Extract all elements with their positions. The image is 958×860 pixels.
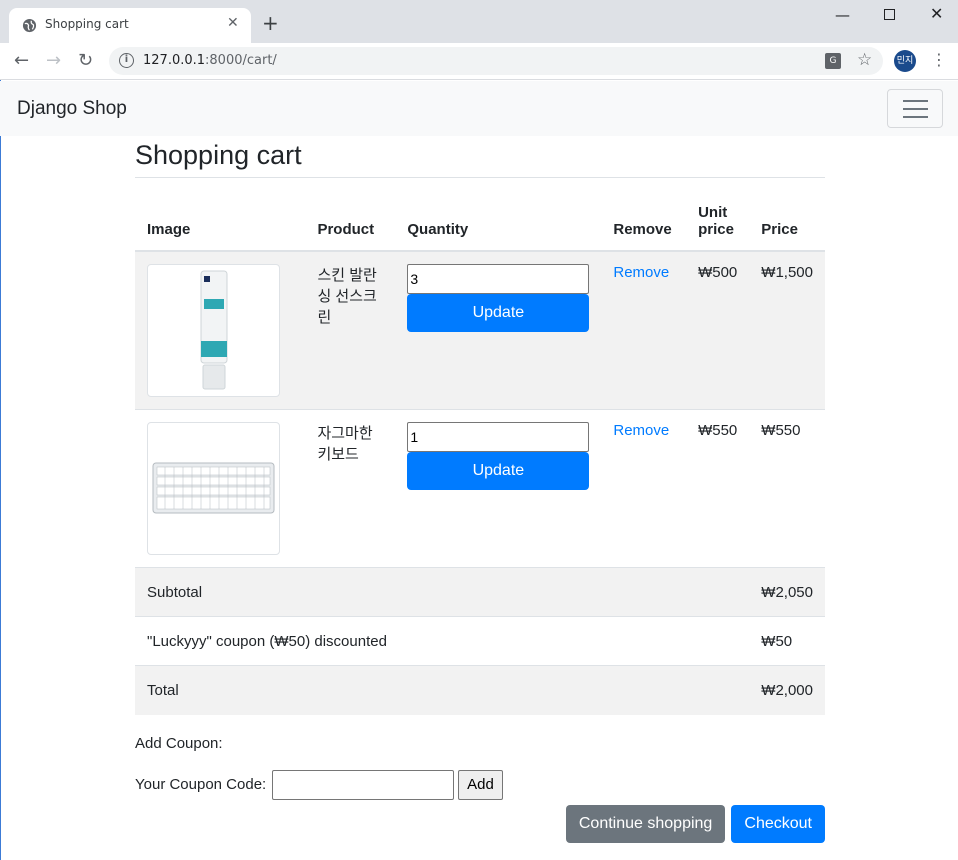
total-row: Total ₩2,000	[135, 665, 825, 715]
cart-table: Image Product Quantity Remove Unit price…	[135, 178, 825, 715]
sunscreen-tube-image	[200, 270, 228, 390]
image-cell	[135, 250, 306, 410]
reload-icon[interactable]: ↻	[78, 50, 93, 71]
site-navbar: Django Shop	[0, 81, 958, 136]
product-name: 자그마한 키보드	[305, 409, 396, 568]
add-coupon-button[interactable]: Add	[458, 769, 503, 800]
unit-price: ₩550	[686, 409, 750, 568]
header-product: Product	[305, 178, 396, 252]
product-name: 스킨 발란싱 선스크린	[305, 250, 396, 410]
subtotal-value: ₩2,050	[749, 567, 825, 617]
hamburger-line	[903, 108, 928, 110]
forward-icon[interactable]: →	[46, 50, 61, 71]
keyboard-image	[152, 462, 275, 514]
cart-actions: Continue shopping Checkout	[565, 805, 825, 843]
image-cell	[135, 409, 306, 568]
table-row: 자그마한 키보드 Update Remove ₩550 ₩550	[135, 409, 825, 568]
subtotal-row: Subtotal ₩2,050	[135, 567, 825, 617]
table-row: 스킨 발란싱 선스크린 Update Remove ₩500 ₩1,500	[135, 250, 825, 410]
back-icon[interactable]: ←	[14, 50, 29, 71]
tab-title: Shopping cart	[45, 17, 129, 31]
maximize-icon[interactable]	[884, 9, 895, 20]
info-icon[interactable]: i	[119, 53, 134, 68]
minimize-icon[interactable]: —	[835, 6, 850, 24]
subtotal-label: Subtotal	[135, 567, 750, 617]
line-price: ₩550	[749, 409, 825, 568]
total-value: ₩2,000	[749, 665, 825, 715]
coupon-code-input[interactable]	[272, 769, 454, 800]
unit-price: ₩500	[686, 250, 750, 410]
remove-link[interactable]: Remove	[613, 422, 669, 439]
header-price: Price	[749, 178, 825, 252]
new-tab-button[interactable]: +	[262, 13, 279, 33]
table-header-row: Image Product Quantity Remove Unit price…	[135, 178, 825, 252]
browser-toolbar: ← → ↻ i 127.0.0.1:8000/cart/ G ☆ 민지 ⋮	[0, 43, 958, 80]
coupon-form: Your Coupon Code: Add	[135, 769, 825, 802]
coupon-discount-value: ₩50	[749, 616, 825, 666]
quantity-cell: Update	[395, 409, 602, 568]
globe-icon	[22, 18, 37, 33]
product-image[interactable]	[147, 422, 280, 555]
address-bar[interactable]: i 127.0.0.1:8000/cart/ G ☆	[109, 47, 883, 75]
navbar-brand[interactable]: Django Shop	[17, 98, 127, 120]
product-image[interactable]	[147, 264, 280, 397]
remove-link[interactable]: Remove	[613, 264, 669, 281]
quantity-input[interactable]	[407, 264, 590, 294]
page-title: Shopping cart	[135, 140, 825, 178]
avatar[interactable]: 민지	[894, 50, 916, 72]
header-quantity: Quantity	[395, 178, 602, 252]
menu-toggle-button[interactable]	[887, 89, 943, 128]
quantity-input[interactable]	[407, 422, 590, 452]
browser-tab[interactable]: Shopping cart ✕	[9, 8, 251, 43]
total-label: Total	[135, 665, 750, 715]
hamburger-line	[903, 116, 928, 118]
tab-close-icon[interactable]: ✕	[227, 15, 239, 31]
translate-icon[interactable]: G	[825, 53, 841, 69]
remove-cell: Remove	[601, 250, 687, 410]
hamburger-line	[903, 100, 928, 102]
browser-titlebar: Shopping cart ✕ + — ✕	[0, 0, 958, 43]
checkout-button[interactable]: Checkout	[731, 805, 825, 843]
update-button[interactable]: Update	[407, 452, 590, 490]
continue-shopping-button[interactable]: Continue shopping	[565, 805, 726, 843]
line-price: ₩1,500	[749, 250, 825, 410]
coupon-discount-label: "Luckyyy" coupon (₩50) discounted	[135, 616, 750, 666]
coupon-row: "Luckyyy" coupon (₩50) discounted ₩50	[135, 616, 825, 666]
header-image: Image	[135, 178, 306, 252]
star-icon[interactable]: ☆	[857, 50, 872, 70]
window-close-icon[interactable]: ✕	[930, 4, 943, 23]
quantity-cell: Update	[395, 250, 602, 410]
header-remove: Remove	[601, 178, 687, 252]
update-button[interactable]: Update	[407, 294, 590, 332]
url-text: 127.0.0.1:8000/cart/	[143, 53, 277, 68]
url-path: :8000/cart/	[205, 53, 277, 68]
remove-cell: Remove	[601, 409, 687, 568]
url-host: 127.0.0.1	[143, 53, 206, 68]
header-unit-price: Unit price	[686, 178, 750, 252]
main-content: Shopping cart Image Product Quantity Rem…	[135, 136, 825, 843]
coupon-code-label: Your Coupon Code:	[135, 775, 267, 793]
add-coupon-heading: Add Coupon:	[135, 734, 223, 752]
kebab-icon[interactable]: ⋮	[931, 50, 947, 69]
